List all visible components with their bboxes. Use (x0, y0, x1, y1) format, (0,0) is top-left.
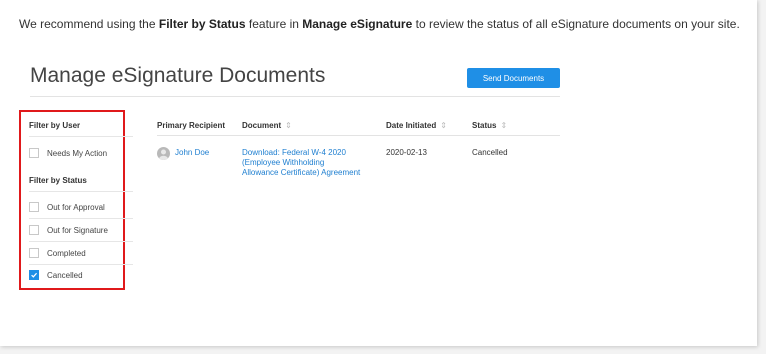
content-card: We recommend using the Filter by Status … (0, 0, 757, 346)
table-header-divider (157, 135, 560, 136)
column-header-label: Status (472, 121, 497, 130)
intro-feature: Filter by Status (158, 17, 246, 31)
sort-icon[interactable]: ⇕ (440, 121, 447, 130)
intro-prefix: We recommend using the (19, 17, 159, 31)
filter-divider (29, 241, 133, 242)
intro-middle: feature in (245, 17, 303, 31)
recipient-link[interactable]: John Doe (175, 148, 209, 157)
column-header-date-initiated[interactable]: Date Initiated ⇕ (386, 121, 447, 130)
document-link-line: (Employee Withholding (242, 158, 325, 167)
document-link-line: Allowance Certificate) Agreement (242, 168, 361, 177)
intro-location: Manage eSignature (302, 17, 413, 31)
page-title: Manage eSignature Documents (30, 64, 326, 87)
filter-highlight-box (19, 110, 125, 290)
column-header-label: Primary Recipient (157, 121, 226, 130)
filter-by-status-heading: Filter by Status (29, 176, 87, 185)
filter-option-label: Out for Approval (47, 202, 105, 212)
column-header-status[interactable]: Status ⇕ (472, 121, 507, 130)
filter-option-label: Cancelled (47, 270, 83, 280)
user-avatar-icon (159, 149, 168, 160)
filter-option-cancelled[interactable]: Cancelled (29, 270, 83, 280)
avatar (157, 147, 170, 160)
filter-option-label: Out for Signature (47, 225, 108, 235)
filter-divider (29, 218, 133, 219)
column-header-label: Document (242, 121, 282, 130)
title-divider (30, 96, 560, 97)
filter-option-out-for-approval[interactable]: Out for Approval (29, 202, 105, 212)
document-link[interactable]: Download: Federal W-4 2020 (Employee Wit… (242, 148, 360, 178)
checkbox-checked[interactable] (29, 270, 39, 280)
sort-icon[interactable]: ⇕ (285, 121, 292, 130)
checkbox[interactable] (29, 248, 39, 258)
checkmark-icon (31, 272, 38, 278)
intro-suffix: to review the status of all eSignature d… (412, 17, 740, 31)
sort-icon[interactable]: ⇕ (500, 121, 507, 130)
filter-option-label: Needs My Action (47, 148, 108, 158)
checkbox[interactable] (29, 225, 39, 235)
filter-divider (29, 191, 133, 192)
checkbox[interactable] (29, 148, 39, 158)
filter-divider (29, 264, 133, 265)
filter-by-user-heading: Filter by User (29, 121, 81, 130)
column-header-label: Date Initiated (386, 121, 437, 130)
send-documents-button[interactable]: Send Documents (467, 68, 560, 88)
document-link-line: Download: Federal W-4 2020 (242, 148, 346, 157)
checkbox[interactable] (29, 202, 39, 212)
date-initiated-cell: 2020-02-13 (386, 148, 427, 157)
intro-text: We recommend using the Filter by Status … (19, 17, 740, 31)
filter-option-out-for-signature[interactable]: Out for Signature (29, 225, 108, 235)
filter-divider (29, 136, 133, 137)
column-header-document[interactable]: Document ⇕ (242, 121, 292, 130)
column-header-primary-recipient: Primary Recipient (157, 121, 225, 130)
filter-option-label: Completed (47, 248, 86, 258)
status-cell: Cancelled (472, 148, 508, 157)
filter-option-needs-my-action[interactable]: Needs My Action (29, 148, 107, 158)
filter-option-completed[interactable]: Completed (29, 248, 86, 258)
